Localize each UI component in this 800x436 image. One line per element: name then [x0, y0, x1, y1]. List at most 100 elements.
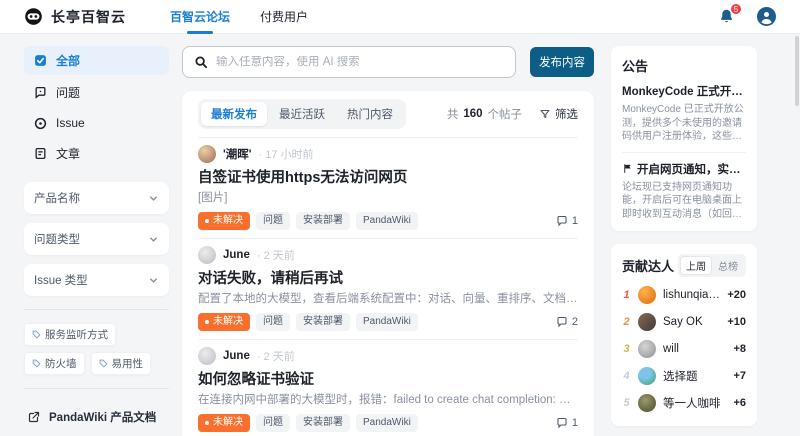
post-item[interactable]: '潮晖' · 17 小时前 自签证书使用https无法访问网页 [图片] 未解决… — [198, 137, 578, 238]
check-square-icon — [34, 54, 47, 67]
person-icon — [757, 7, 776, 26]
post-tag[interactable]: 问题 — [256, 313, 290, 331]
scrollbar[interactable] — [795, 36, 799, 106]
notifications-button[interactable]: 5 — [718, 3, 742, 25]
feed-tab-active[interactable]: 最近活跃 — [269, 102, 335, 126]
page-body: 全部 问题 Issue 文章 产品名称 问题类型 Issue 类型 服务监听方式… — [0, 34, 800, 436]
brand-title: 长亭百智云 — [51, 8, 126, 25]
article-icon — [34, 147, 47, 160]
avatar[interactable] — [198, 347, 216, 365]
comment-bubble-icon — [556, 316, 568, 328]
avatar — [638, 393, 656, 412]
post-author[interactable]: June — [223, 249, 250, 261]
brand-logo-icon — [24, 7, 43, 26]
post-author[interactable]: '潮晖' — [223, 146, 251, 162]
filter-toggle[interactable]: 筛选 — [539, 106, 578, 122]
tab-last-week[interactable]: 上周 — [680, 256, 712, 275]
avatar[interactable] — [198, 246, 216, 264]
contributor-row[interactable]: 1 lishunqiang +20 — [622, 281, 746, 308]
announcement-body: 论坛现已支持网页通知功能，开启后可在电脑桌面上即时收到互动消息（如回答、点赞、评… — [622, 181, 742, 220]
nav-tab-paid-users[interactable]: 付费用户 — [260, 0, 308, 34]
tag-chip-listen-mode[interactable]: 服务监听方式 — [24, 323, 116, 346]
divider — [622, 151, 746, 153]
filter-label: 产品名称 — [34, 193, 80, 205]
feed-tab-hot[interactable]: 热门内容 — [337, 102, 403, 126]
doc-link-pandawiki[interactable]: PandaWiki 产品文档 — [24, 402, 169, 432]
search-input[interactable] — [216, 56, 504, 68]
post-tag[interactable]: 问题 — [256, 414, 290, 432]
post-tag[interactable]: 安装部署 — [296, 212, 350, 230]
contributor-score: +8 — [733, 342, 746, 355]
contributors-list: 1 lishunqiang +20 2 Say OK +10 3 will +8 — [622, 281, 746, 416]
filter-product-name[interactable]: 产品名称 — [24, 182, 169, 214]
contributor-name: lishunqiang — [663, 288, 721, 301]
post-count: 160 — [463, 108, 483, 120]
avatar — [638, 285, 656, 304]
contributor-row[interactable]: 3 will +8 — [622, 335, 746, 362]
post-tag-row: 未解决 问题 安装部署 PandaWiki 1 — [198, 414, 578, 432]
announcement-item[interactable]: MonkeyCode 正式开放公测，邀… MonkeyCode 已正式开放公测，… — [622, 83, 746, 144]
announcement-body: MonkeyCode 已正式开放公测，提供多个未使用的邀请码供用户注册体验，这些… — [622, 104, 744, 142]
search-icon — [194, 55, 208, 69]
post-item[interactable]: June · 2 天前 如何忽略证书验证 在连接内网中部署的大模型时，报错：fa… — [198, 339, 578, 436]
contributor-row[interactable]: 4 选择题 +7 — [622, 362, 746, 389]
right-sidebar: 公告 MonkeyCode 正式开放公测，邀… MonkeyCode 已正式开放… — [611, 46, 757, 436]
post-title[interactable]: 对话失败，请稍后再试 — [198, 271, 578, 288]
filter-question-type[interactable]: 问题类型 — [24, 223, 169, 255]
sidebar-item-questions[interactable]: 问题 — [24, 78, 169, 107]
post-tag[interactable]: PandaWiki — [356, 414, 418, 432]
funnel-icon — [539, 108, 551, 120]
tag-chip-label: 防火墙 — [45, 358, 77, 370]
sidebar-item-articles[interactable]: 文章 — [24, 139, 169, 168]
publish-button[interactable]: 发布内容 — [530, 47, 594, 77]
brand[interactable]: 长亭百智云 — [24, 7, 126, 27]
navbar-actions: 5 — [718, 3, 776, 26]
doc-link-koalaqa[interactable]: KoalaQA 产品文档 — [24, 432, 169, 436]
post-tag[interactable]: PandaWiki — [356, 313, 418, 331]
user-avatar-button[interactable] — [757, 7, 776, 26]
contributors-tabs: 上周 总榜 — [678, 254, 746, 277]
filter-toggle-label: 筛选 — [555, 109, 578, 121]
tab-all-time[interactable]: 总榜 — [712, 256, 744, 275]
doc-links: PandaWiki 产品文档 KoalaQA 产品文档 MonkeyCode-A… — [24, 402, 169, 436]
post-count-prefix: 共 — [446, 109, 459, 121]
feed-tab-latest[interactable]: 最新发布 — [201, 102, 267, 126]
feed-meta: 共 160 个帖子 筛选 — [447, 106, 578, 122]
tag-chip-usability[interactable]: 易用性 — [90, 352, 151, 375]
rank-number: 4 — [623, 369, 630, 382]
post-time: · 2 天前 — [256, 250, 295, 262]
comment-bubble-icon — [556, 215, 568, 227]
post-item[interactable]: June · 2 天前 对话失败，请稍后再试 配置了本地的大模型，查看后端系统配… — [198, 238, 578, 339]
post-tag[interactable]: 安装部署 — [296, 414, 350, 432]
post-excerpt: 配置了本地的大模型，查看后端系统配置中：对话、向量、重排序、文档分析都显示“状态… — [198, 293, 578, 305]
post-title[interactable]: 自签证书使用https无法访问网页 — [198, 170, 578, 187]
contributor-row[interactable]: 5 等一人咖啡 +6 — [622, 389, 746, 416]
chevron-down-icon — [148, 275, 159, 286]
post-tag[interactable]: PandaWiki — [356, 212, 418, 230]
sidebar-item-issue[interactable]: Issue — [24, 110, 169, 136]
chevron-down-icon — [148, 234, 159, 245]
post-title[interactable]: 如何忽略证书验证 — [198, 372, 578, 389]
comment-bubble-icon — [556, 417, 568, 429]
avatar — [638, 312, 656, 331]
filter-label: Issue 类型 — [34, 275, 88, 287]
nav-tab-forum[interactable]: 百智云论坛 — [170, 0, 230, 34]
contributor-row[interactable]: 2 Say OK +10 — [622, 308, 746, 335]
filter-issue-type[interactable]: Issue 类型 — [24, 264, 169, 296]
post-user-row: '潮晖' · 17 小时前 — [198, 145, 578, 163]
contributors-header: 贡献达人 上周 总榜 — [622, 254, 746, 277]
filter-label: 问题类型 — [34, 234, 80, 246]
post-author[interactable]: June — [223, 350, 250, 362]
sidebar-item-label: 文章 — [56, 147, 81, 161]
post-excerpt: [图片] — [198, 192, 228, 204]
contributors-card: 贡献达人 上周 总榜 1 lishunqiang +20 2 Say OK +1… — [611, 244, 757, 426]
sidebar-item-all[interactable]: 全部 — [24, 46, 169, 75]
avatar[interactable] — [198, 145, 216, 163]
tag-chip-firewall[interactable]: 防火墙 — [24, 352, 85, 375]
announcement-item[interactable]: 开启网页通知，实时掌握互动… 论坛现已支持网页通知功能，开启后可在电脑桌面上即时… — [622, 161, 746, 222]
post-tag[interactable]: 安装部署 — [296, 313, 350, 331]
post-tag[interactable]: 问题 — [256, 212, 290, 230]
contributor-score: +6 — [733, 396, 746, 409]
comment-count: 2 — [556, 316, 578, 328]
post-time: · 17 小时前 — [258, 149, 314, 161]
